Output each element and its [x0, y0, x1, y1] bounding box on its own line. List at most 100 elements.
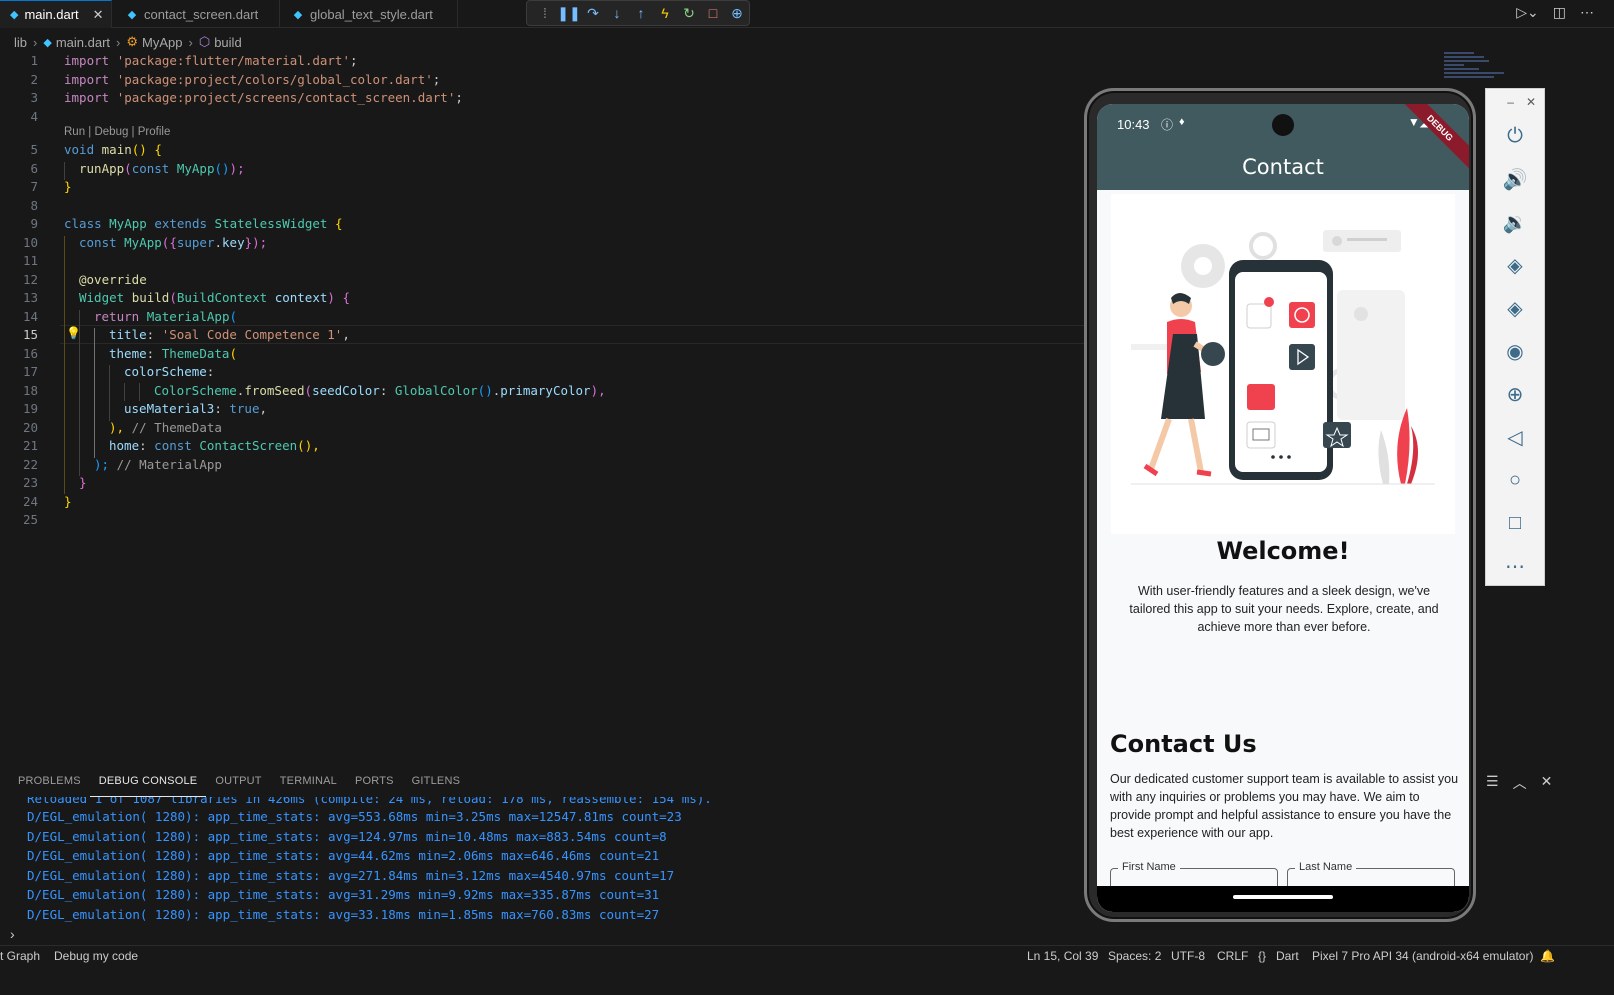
status-git-graph[interactable]: t Graph [0, 949, 40, 963]
last-name-label: Last Name [1295, 861, 1357, 873]
status-bar: t Graph Debug my code Ln 15, Col 39 Spac… [0, 945, 1614, 967]
status-bar: 10:43 ⓘ ♦ ▼◢ DEBUG [1097, 104, 1469, 173]
step-into-icon[interactable]: ↓ [605, 2, 629, 24]
breadcrumb-file[interactable]: main.dart [56, 35, 110, 50]
status-cursor-position[interactable]: Ln 15, Col 39 [1027, 949, 1098, 963]
tab-global-text-style[interactable]: ◆ global_text_style.dart [282, 0, 458, 28]
app-bar: 10:43 ⓘ ♦ ▼◢ DEBUG Contact [1097, 104, 1469, 190]
code-line-24: } [64, 493, 72, 509]
zoom-icon[interactable]: ⊕ [1486, 373, 1544, 416]
window-bottom [0, 967, 1614, 995]
status-language[interactable]: Dart [1276, 949, 1299, 963]
code-line-14: return MaterialApp( [94, 308, 238, 324]
debug-console-output[interactable]: Reloaded 1 of 1087 libraries in 426ms (c… [0, 797, 1080, 923]
debug-toolbar: ⁞ ❚❚ ↷ ↓ ↑ ϟ ↻ □ ⊕ [526, 0, 750, 26]
filter-icon[interactable]: ☰ [1486, 773, 1499, 793]
run-debug-icon[interactable]: ▷⌄ [1516, 4, 1539, 21]
panel-actions: ☰ ︿ ✕ [1486, 773, 1552, 793]
appbar-title: Contact [1242, 155, 1324, 179]
tab-label: global_text_style.dart [310, 6, 433, 22]
line-number: 8 [30, 197, 38, 213]
chevron-right-icon: › [33, 34, 38, 50]
volume-down-icon[interactable]: 🔉 [1486, 201, 1544, 244]
info-icon: ⓘ [1161, 118, 1174, 132]
status-eol[interactable]: CRLF [1217, 949, 1248, 963]
console-input-prompt-icon[interactable]: › [10, 926, 15, 942]
code-line-17: colorScheme: [124, 364, 215, 379]
code-line-13: Widget build(BuildContext context) { [79, 290, 350, 305]
codelens-run-debug[interactable]: Run | Debug | Profile [64, 126, 170, 138]
breadcrumb-class[interactable]: MyApp [142, 35, 182, 50]
minimize-icon[interactable]: – [1507, 95, 1514, 115]
line-number: 4 [30, 108, 38, 124]
tab-label: contact_screen.dart [144, 6, 259, 22]
editor-actions: ▷⌄ ◫ ⋯ [1516, 4, 1594, 21]
status-encoding[interactable]: UTF-8 [1171, 949, 1205, 963]
power-icon[interactable]: ⏻ [1486, 115, 1544, 158]
home-icon[interactable]: ○ [1486, 459, 1544, 502]
console-line: D/EGL_emulation( 1280): app_time_stats: … [27, 828, 667, 844]
tab-gitlens[interactable]: GITLENS [403, 765, 469, 797]
more-icon[interactable]: ⋯ [1486, 545, 1544, 588]
minimap[interactable] [1444, 52, 1564, 92]
tab-output[interactable]: OUTPUT [206, 765, 270, 797]
code-editor[interactable]: 1 2 3 4 5 6 7 8 9 10 11 12 13 14 15 16 1… [0, 52, 1090, 532]
editor-tab-bar: ◆ main.dart ✕ ◆ contact_screen.dart ◆ gl… [0, 0, 1614, 28]
status-indentation[interactable]: Spaces: 2 [1108, 949, 1161, 963]
tab-ports[interactable]: PORTS [346, 765, 403, 797]
step-out-icon[interactable]: ↑ [629, 2, 653, 24]
code-line-19: useMaterial3: true, [124, 401, 268, 416]
drag-handle-icon[interactable]: ⁞ [533, 2, 557, 24]
welcome-title: Welcome! [1216, 537, 1350, 565]
contact-illustration [1111, 194, 1455, 534]
close-panel-icon[interactable]: ✕ [1541, 773, 1553, 793]
code-line-12: @override [79, 271, 147, 287]
code-line-3: import 'package:project/screens/contact_… [64, 90, 463, 105]
welcome-text: With user-friendly features and a sleek … [1129, 584, 1439, 634]
code-line-5: void main() { [64, 142, 162, 157]
tab-terminal[interactable]: TERMINAL [271, 765, 346, 797]
status-device[interactable]: Pixel 7 Pro API 34 (android-x64 emulator… [1312, 949, 1533, 963]
inspect-icon[interactable]: ⊕ [725, 2, 749, 24]
code-line-16: theme: ThemeData( [109, 345, 237, 361]
stop-icon[interactable]: □ [701, 2, 725, 24]
console-line: Reloaded 1 of 1087 libraries in 426ms (c… [27, 797, 712, 806]
contact-us-title: Contact Us [1110, 730, 1257, 758]
rotate-left-icon[interactable]: ◈ [1486, 244, 1544, 287]
breadcrumb-method[interactable]: build [214, 35, 241, 50]
dart-file-icon: ◆ [10, 9, 19, 21]
class-icon: ⚙ [126, 34, 139, 49]
split-editor-icon[interactable]: ◫ [1553, 4, 1566, 21]
more-actions-icon[interactable]: ⋯ [1580, 4, 1594, 21]
tab-main-dart[interactable]: ◆ main.dart ✕ [0, 0, 112, 28]
close-icon[interactable]: ✕ [93, 7, 104, 23]
bottom-panel: PROBLEMS DEBUG CONSOLE OUTPUT TERMINAL P… [0, 765, 1080, 925]
volume-up-icon[interactable]: 🔊 [1486, 158, 1544, 201]
code-line-1: import 'package:flutter/material.dart'; [64, 53, 358, 68]
home-gesture-pill[interactable] [1233, 895, 1333, 899]
code-line-7: } [64, 179, 72, 194]
step-over-icon[interactable]: ↷ [581, 2, 605, 24]
hot-reload-icon[interactable]: ϟ [653, 2, 677, 24]
pause-icon[interactable]: ❚❚ [557, 2, 581, 24]
restart-icon[interactable]: ↻ [677, 2, 701, 24]
overview-icon[interactable]: □ [1486, 502, 1544, 545]
camera-icon[interactable]: ◉ [1486, 330, 1544, 373]
code-line-10: const MyApp({super.key}); [79, 234, 268, 250]
status-debug-my-code[interactable]: Debug my code [54, 949, 138, 963]
tab-problems[interactable]: PROBLEMS [9, 765, 90, 797]
close-icon[interactable]: ✕ [1526, 95, 1536, 115]
tab-debug-console[interactable]: DEBUG CONSOLE [89, 765, 207, 797]
panel-tabs: PROBLEMS DEBUG CONSOLE OUTPUT TERMINAL P… [0, 765, 1080, 797]
breadcrumb-lib[interactable]: lib [14, 35, 27, 50]
maximize-panel-icon[interactable]: ︿ [1513, 773, 1527, 793]
contact-screen-body[interactable]: Welcome! With user-friendly features and… [1097, 190, 1469, 912]
code-line-22: ); // MaterialApp [94, 456, 222, 472]
back-icon[interactable]: ◁ [1486, 416, 1544, 459]
line-number: 11 [22, 253, 38, 268]
notifications-icon[interactable]: 🔔 [1540, 949, 1555, 963]
tab-contact-screen[interactable]: ◆ contact_screen.dart [116, 0, 280, 28]
phone-screen[interactable]: 10:43 ⓘ ♦ ▼◢ DEBUG Contact Welcome! With… [1097, 104, 1469, 912]
code-line-6: runApp(const MyApp()); [79, 160, 245, 176]
rotate-right-icon[interactable]: ◈ [1486, 287, 1544, 330]
